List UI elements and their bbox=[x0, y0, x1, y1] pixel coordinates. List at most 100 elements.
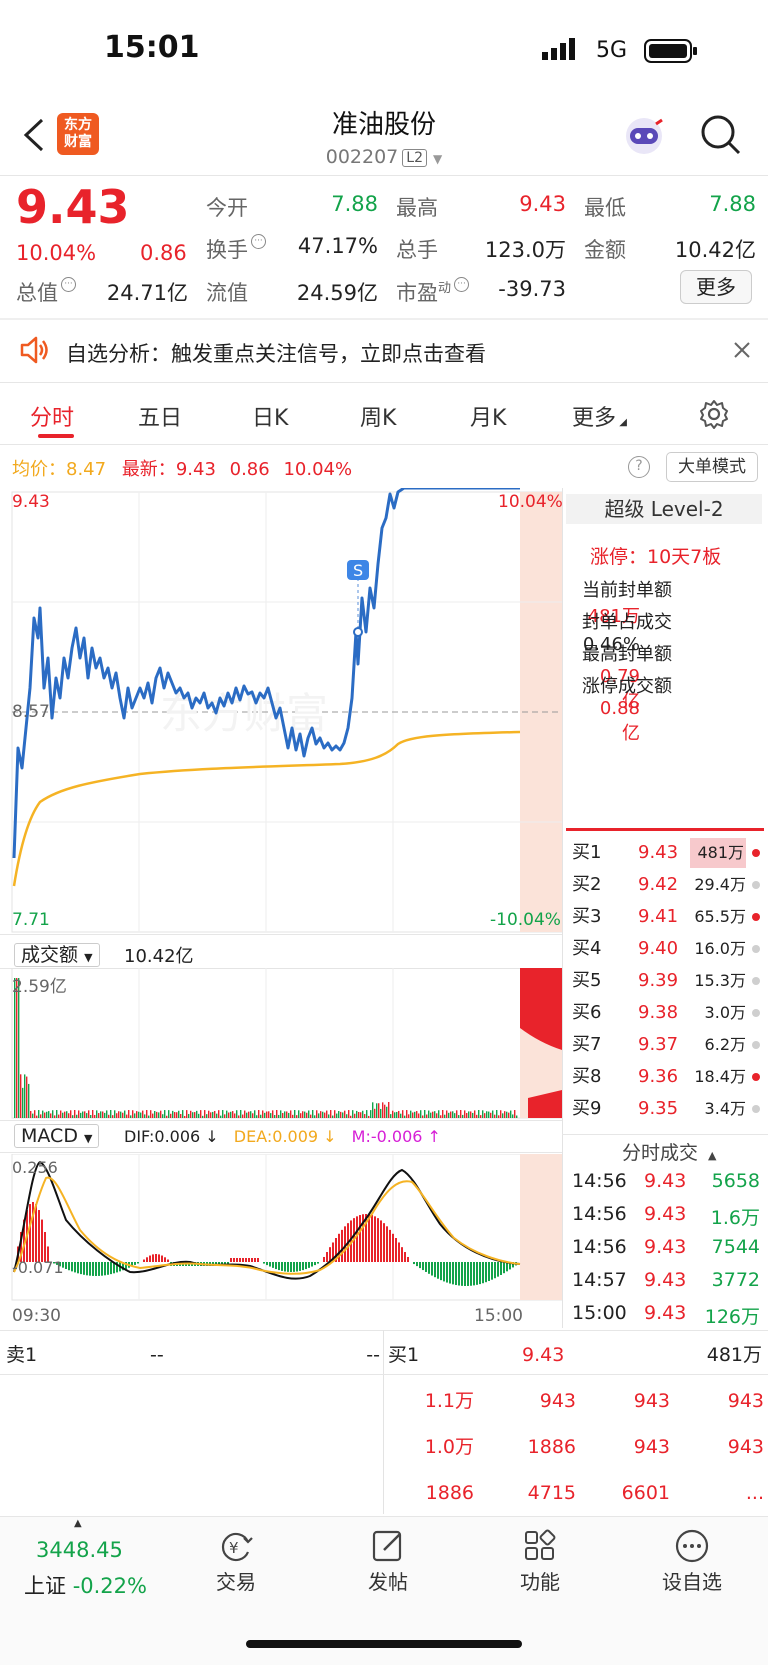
orderbook-price: 9.39 bbox=[638, 970, 679, 991]
buy1-vol: 481万 bbox=[706, 1344, 762, 1366]
orderbook-row[interactable]: 买5 9.39 15.3万 bbox=[572, 966, 762, 996]
info-icon[interactable]: ··· bbox=[251, 234, 266, 249]
macd-dif: DIF:0.006 ↓ bbox=[124, 1127, 219, 1146]
orderbook-row[interactable]: 买3 9.41 65.5万 bbox=[572, 902, 762, 932]
level2-row-label: 当前封单额 bbox=[582, 580, 672, 601]
home-indicator[interactable] bbox=[246, 1640, 522, 1648]
high-label: 最高 bbox=[396, 196, 438, 220]
turnover-label: 换手 bbox=[206, 238, 248, 262]
volume-panel-label: 成交额 bbox=[21, 944, 79, 966]
add-watchlist-icon[interactable] bbox=[674, 1528, 710, 1564]
trades-title: 分时成交 bbox=[622, 1142, 699, 1164]
latest-pct: 10.04% bbox=[283, 459, 353, 480]
help-icon[interactable]: ? bbox=[628, 456, 650, 478]
macd-indicator-select[interactable]: MACD ▼ bbox=[14, 1124, 100, 1148]
order-queue-cell: 943 bbox=[633, 1436, 670, 1458]
gear-icon[interactable] bbox=[698, 398, 730, 430]
time-start: 09:30 bbox=[12, 1306, 61, 1326]
orderbook-row[interactable]: 买2 9.42 29.4万 bbox=[572, 870, 762, 900]
volume-max-label: 2.59亿 bbox=[12, 977, 67, 997]
signal-icon bbox=[540, 36, 586, 62]
tab-daily-k[interactable]: 日K bbox=[252, 400, 288, 432]
tab-monthly-k[interactable]: 月K bbox=[470, 400, 506, 432]
trade-time: 15:00 bbox=[572, 1302, 627, 1324]
index-name: 上证 bbox=[24, 1574, 66, 1598]
orderbook-label: 买2 bbox=[572, 874, 602, 895]
sell1-price: -- bbox=[150, 1344, 164, 1366]
level-badge: L2 bbox=[402, 148, 427, 167]
info-icon[interactable]: ··· bbox=[61, 277, 76, 292]
more-button[interactable]: 更多 bbox=[680, 270, 752, 304]
amount-label: 金额 bbox=[584, 238, 626, 262]
sell-marker[interactable]: S bbox=[353, 561, 363, 580]
trade-icon[interactable]: ¥ bbox=[218, 1528, 254, 1564]
mktcap-label: 总值 bbox=[16, 281, 58, 305]
tab-weekly-k[interactable]: 周K bbox=[360, 400, 396, 432]
open-label: 今开 bbox=[206, 196, 248, 220]
mktcap-value: 24.71亿 bbox=[106, 281, 188, 305]
trade-time: 14:56 bbox=[572, 1170, 627, 1192]
latest-label: 最新： bbox=[121, 459, 176, 480]
chevron-down-icon: ▼ bbox=[84, 951, 93, 964]
level2-title[interactable]: 超级 Level-2 bbox=[566, 494, 762, 524]
notice-text[interactable]: 自选分析：触发重点关注信号，立即点击查看 bbox=[66, 338, 486, 368]
macd-panel-label: MACD bbox=[21, 1125, 78, 1147]
orderbook-label: 买3 bbox=[572, 906, 602, 927]
chevron-down-icon: ▼ bbox=[433, 152, 443, 166]
sell1-vol: -- bbox=[366, 1344, 380, 1366]
info-icon[interactable]: ··· bbox=[454, 277, 470, 292]
trade-vol: 5658 bbox=[711, 1170, 760, 1192]
orderbook-vol: 65.5万 bbox=[694, 907, 746, 926]
tab-intraday[interactable]: 分时 bbox=[30, 400, 74, 432]
macd-chart bbox=[11, 1154, 563, 1301]
trade-vol: 3772 bbox=[711, 1269, 760, 1291]
avg-label: 均价： bbox=[12, 459, 66, 480]
post-icon[interactable] bbox=[370, 1528, 406, 1564]
orderbook-row[interactable]: 买6 9.38 3.0万 bbox=[572, 998, 762, 1028]
trades-title-row[interactable]: 分时成交 ▲ bbox=[622, 1138, 716, 1165]
robot-avatar-icon[interactable] bbox=[622, 114, 666, 158]
search-icon[interactable] bbox=[700, 114, 742, 156]
order-queue-cell: 1.0万 bbox=[424, 1436, 474, 1458]
order-queue-cell: 943 bbox=[633, 1390, 670, 1412]
orderbook-row[interactable]: 买7 9.37 6.2万 bbox=[572, 1030, 762, 1060]
order-queue-cell: 1.1万 bbox=[424, 1390, 474, 1412]
trade-price: 9.43 bbox=[644, 1203, 687, 1225]
chevron-down-icon: ▼ bbox=[84, 1132, 93, 1145]
orderbook-row[interactable]: 买9 9.35 3.4万 bbox=[572, 1094, 762, 1124]
index-row[interactable]: 上证 -0.22% bbox=[24, 1570, 147, 1600]
caret-icon: ◢ bbox=[616, 417, 627, 428]
volume-indicator-select[interactable]: 成交额 ▼ bbox=[14, 940, 100, 967]
volume-total: 10.42亿 bbox=[124, 946, 194, 967]
time-end: 15:00 bbox=[474, 1306, 523, 1326]
order-dot-icon bbox=[752, 1009, 760, 1017]
orderbook-row[interactable]: 买1 9.43 481万 bbox=[572, 838, 762, 868]
trade-price: 9.43 bbox=[644, 1302, 687, 1324]
orderbook-label: 买7 bbox=[572, 1034, 602, 1055]
big-order-mode-button[interactable]: 大单模式 bbox=[666, 452, 758, 482]
orderbook-row[interactable]: 买4 9.40 16.0万 bbox=[572, 934, 762, 964]
macd-bottom-label: -0.071 bbox=[12, 1258, 64, 1277]
axis-mid-price: 8.57 bbox=[12, 702, 50, 722]
nav-add-watchlist[interactable]: 设自选 bbox=[637, 1566, 747, 1595]
open-value: 7.88 bbox=[331, 192, 378, 216]
nav-post[interactable]: 发帖 bbox=[333, 1566, 443, 1595]
orderbook-price: 9.42 bbox=[638, 874, 679, 895]
status-time: 15:01 bbox=[104, 30, 200, 65]
network-label: 5G bbox=[596, 38, 628, 63]
trade-time: 14:56 bbox=[572, 1203, 627, 1225]
macd-m: M:-0.006 ↑ bbox=[351, 1127, 441, 1146]
latest-value: 9.43 bbox=[175, 459, 216, 480]
nav-features[interactable]: 功能 bbox=[485, 1566, 595, 1595]
orderbook-vol: 29.4万 bbox=[694, 875, 746, 894]
trade-time: 14:57 bbox=[572, 1269, 627, 1291]
features-icon[interactable] bbox=[522, 1528, 558, 1564]
orderbook-row[interactable]: 买8 9.36 18.4万 bbox=[572, 1062, 762, 1092]
orderbook-price: 9.43 bbox=[638, 842, 679, 863]
index-value[interactable]: 3448.45 bbox=[36, 1538, 123, 1562]
sell1-label: 卖1 bbox=[6, 1344, 38, 1366]
tab-more[interactable]: 更多 ◢ bbox=[572, 400, 627, 432]
nav-trade[interactable]: 交易 bbox=[181, 1566, 291, 1595]
tab-five-day[interactable]: 五日 bbox=[138, 400, 182, 432]
close-icon[interactable] bbox=[732, 340, 752, 360]
